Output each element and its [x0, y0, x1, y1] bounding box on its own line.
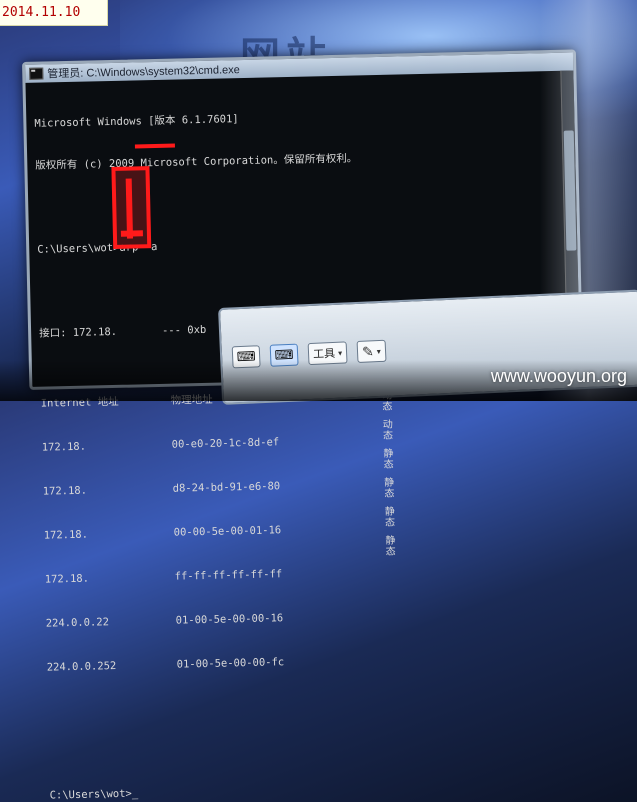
table-row: 172.18. 00-00-5e-00-01-16	[44, 517, 566, 545]
table-row: 224.0.0.22 01-00-5e-00-00-16	[46, 605, 568, 633]
row-ip: 224.0.0.252	[46, 660, 117, 674]
interface-label: 接口: 172.18.	[39, 325, 118, 340]
row-mac: 00-00-5e-00-01-16	[173, 524, 282, 539]
final-prompt: C:\Users\wot>_	[49, 787, 139, 802]
row-ip: 172.18.	[43, 528, 89, 542]
row-mac: 00-e0-20-1c-8d-ef	[171, 436, 280, 451]
row-mac: 01-00-5e-00-00-16	[175, 612, 284, 627]
row-ip: 224.0.0.22	[45, 616, 110, 630]
header-line: Microsoft Windows [版本 6.1.7601]	[34, 113, 239, 130]
interface-suffix: --- 0xb	[161, 323, 207, 337]
redaction-box	[111, 166, 152, 249]
row-mac: d8-24-bd-91-e6-80	[172, 480, 281, 495]
cmd-title: 管理员: C:\Windows\system32\cmd.exe	[47, 64, 240, 81]
row-mac: 01-00-5e-00-00-fc	[176, 656, 285, 671]
table-row: 172.18. 00-e0-20-1c-8d-ef	[42, 429, 564, 457]
table-row: 172.18. d8-24-bd-91-e6-80	[43, 473, 565, 501]
watermark: www.wooyun.org	[490, 366, 627, 386]
chevron-down-icon: ▾	[337, 348, 343, 358]
chevron-down-icon: ▾	[376, 346, 381, 356]
table-row: 224.0.0.252 01-00-5e-00-00-fc	[47, 649, 569, 677]
row-ip: 172.18.	[41, 440, 87, 454]
arp-table: Internet 地址 物理地址 172.18. 00-e0-20-1c-8d-…	[40, 357, 570, 719]
row-ip: 172.18.	[44, 572, 90, 586]
date-stamp: 2014.11.10	[0, 0, 108, 26]
console-icon	[29, 67, 44, 80]
row-ip: 172.18.	[42, 484, 88, 498]
row-mac: ff-ff-ff-ff-ff-ff	[174, 568, 283, 583]
table-row: 172.18. ff-ff-ff-ff-ff-ff	[45, 561, 567, 589]
pen-icon: ✎	[361, 342, 375, 360]
